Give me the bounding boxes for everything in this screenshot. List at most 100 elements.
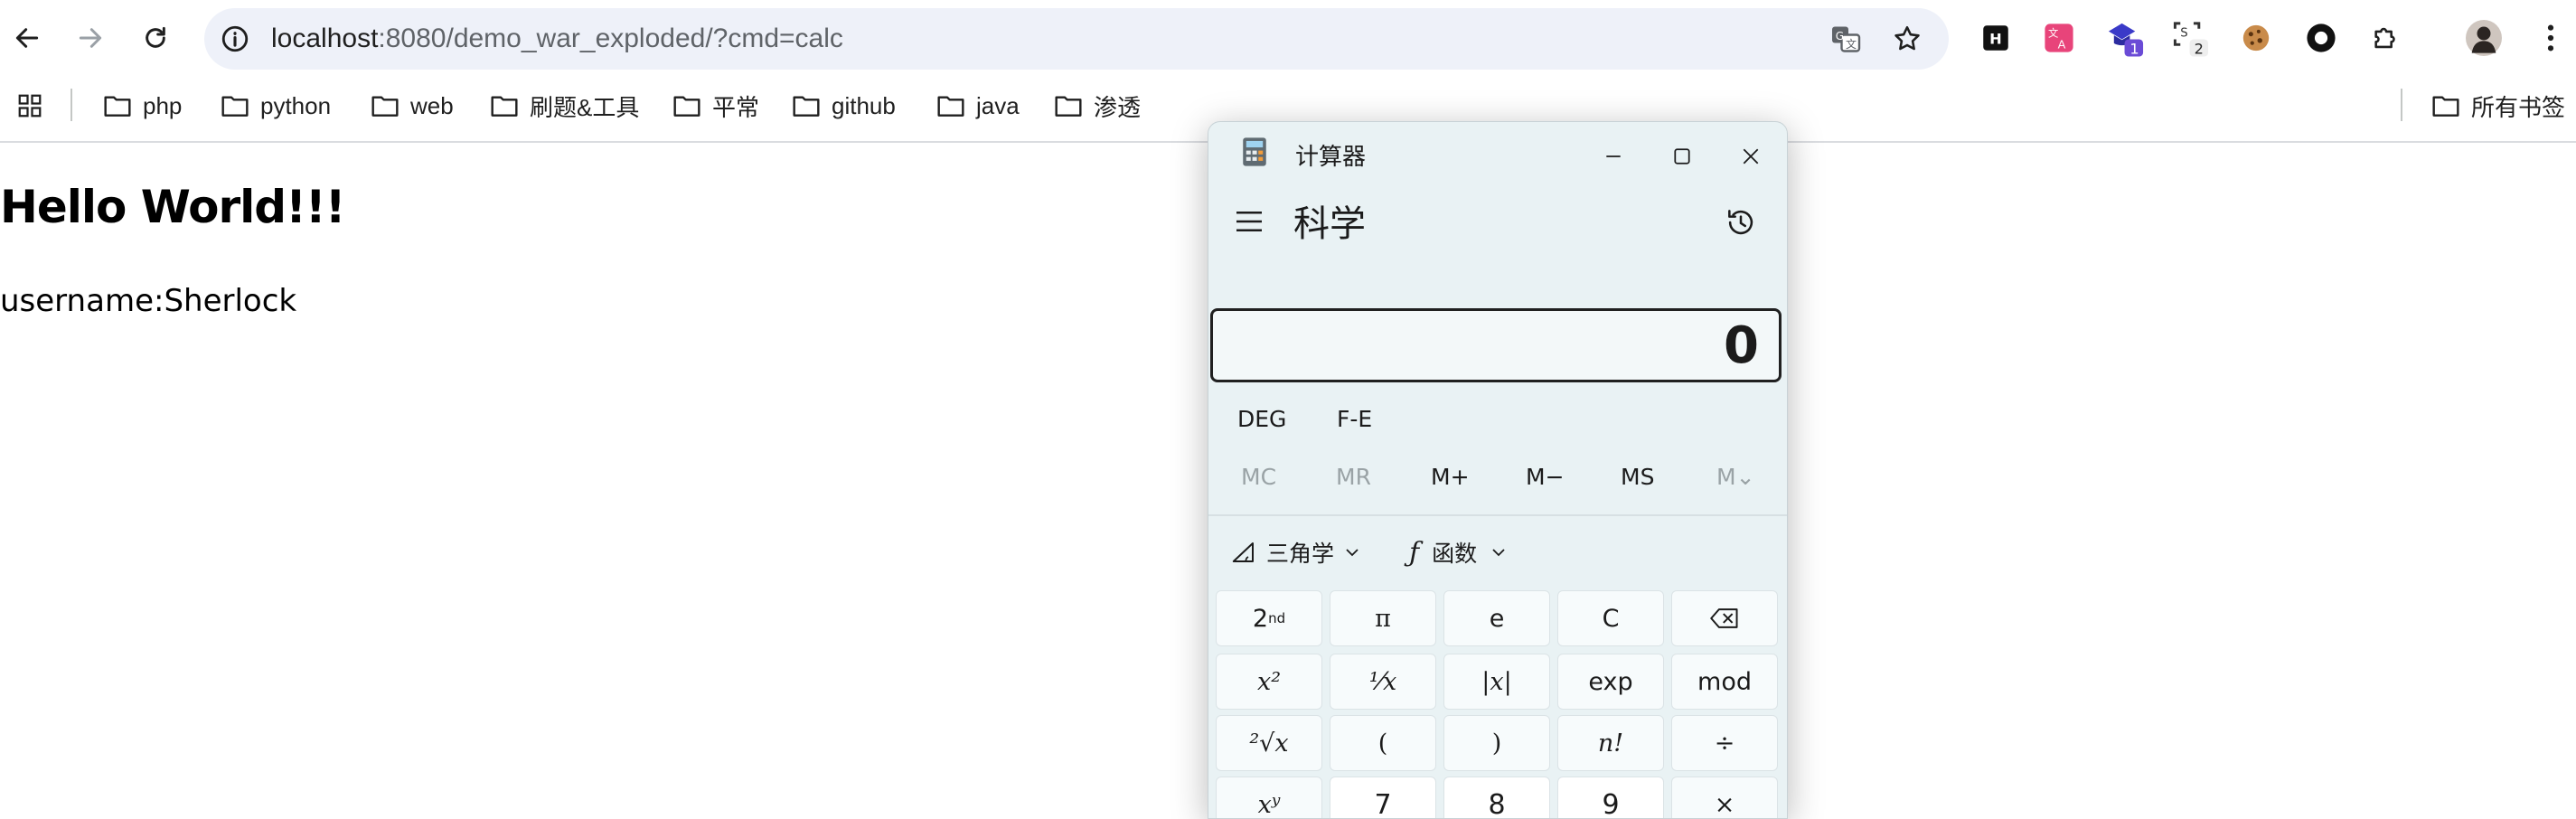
calculator-title: 计算器 (1295, 144, 1367, 171)
minimize-button[interactable] (1579, 129, 1648, 184)
bookmark-folder-tools[interactable]: 刷题&工具 (490, 83, 639, 128)
screenshot-extension-icon[interactable]: S2 (2171, 18, 2211, 58)
euler-key[interactable]: e (1443, 590, 1550, 646)
maximize-button[interactable] (1648, 129, 1716, 184)
folder-icon (1055, 96, 1082, 117)
bookmark-star-icon[interactable] (1889, 21, 1925, 57)
cookie-icon[interactable] (2236, 18, 2276, 58)
pi-key[interactable]: π (1330, 590, 1436, 646)
memory-add-button[interactable]: M+ (1431, 464, 1470, 490)
trig-label: 三角学 (1266, 541, 1335, 567)
bookmark-label: python (260, 91, 332, 119)
svg-text:文: 文 (1846, 37, 1857, 51)
browser-toolbar: localhost:8080/demo_war_exploded/?cmd=ca… (0, 0, 2576, 76)
square-root-key[interactable]: ²√x (1216, 715, 1322, 771)
multiply-key[interactable]: × (1671, 777, 1778, 818)
power-key[interactable]: xʸ (1216, 777, 1322, 818)
bookmark-label: web (410, 91, 454, 119)
backspace-icon (1710, 608, 1738, 628)
folder-icon (793, 96, 820, 117)
bookmark-folder-php[interactable]: php (103, 83, 182, 128)
digit-9-key[interactable]: 9 (1557, 777, 1664, 818)
trig-dropdown[interactable]: 三角学 (1230, 536, 1361, 569)
forward-button[interactable] (69, 16, 112, 60)
factorial-key[interactable]: n! (1557, 715, 1664, 771)
history-icon[interactable] (1724, 205, 1758, 244)
digit-7-key[interactable]: 7 (1330, 777, 1436, 818)
folder-icon (2432, 96, 2459, 117)
bookmark-folder-pentest[interactable]: 渗透 (1054, 83, 1141, 128)
bookmark-folder-java[interactable]: java (936, 83, 1020, 128)
all-bookmarks-label: 所有书签 (2471, 93, 2566, 121)
memory-list-button[interactable]: M⌄ (1716, 464, 1755, 490)
puzzle-icon[interactable] (2366, 18, 2406, 58)
site-info-icon[interactable] (217, 21, 253, 57)
function-label: 函数 (1432, 541, 1478, 567)
hackbar-icon[interactable]: H (1976, 18, 2016, 58)
maximize-icon (1674, 148, 1690, 165)
url-host: localhost (271, 24, 379, 53)
folder-icon (937, 96, 964, 117)
svg-text:S: S (2180, 27, 2187, 41)
fe-button[interactable]: F-E (1337, 406, 1372, 432)
memory-subtract-button[interactable]: M− (1526, 464, 1565, 490)
memory-clear-button[interactable]: MC (1241, 464, 1276, 490)
more-menu-icon[interactable] (2531, 18, 2571, 58)
function-f-icon: ƒ (1409, 536, 1420, 569)
bookmark-label: 刷题&工具 (530, 93, 640, 121)
function-dropdown[interactable]: ƒ 函数 (1409, 536, 1508, 569)
bookmark-label: 渗透 (1094, 93, 1142, 121)
bookmark-folder-daily[interactable]: 平常 (672, 83, 759, 128)
open-paren-key[interactable]: ( (1330, 715, 1436, 771)
close-button[interactable] (1716, 129, 1785, 184)
absolute-value-key[interactable]: |x| (1443, 654, 1550, 710)
close-paren-key[interactable]: ) (1443, 715, 1550, 771)
translate-icon[interactable]: G文 (1828, 21, 1864, 57)
apps-grid-icon[interactable] (16, 83, 43, 128)
extension-badge-count: 1 (2129, 41, 2139, 58)
calculator-mode-title: 科学 (1293, 203, 1366, 245)
folder-icon (104, 96, 131, 117)
svg-text:H: H (1989, 30, 2002, 47)
divide-key[interactable]: ÷ (1671, 715, 1778, 771)
all-bookmarks-button[interactable]: 所有书签 (2431, 83, 2565, 128)
calculator-app-icon (1241, 136, 1268, 172)
second-function-key[interactable]: 2nd (1216, 590, 1322, 646)
folder-icon (491, 96, 518, 117)
folder-icon (371, 96, 399, 117)
back-button[interactable] (5, 16, 49, 60)
result-display[interactable]: 0 (1210, 308, 1782, 382)
display-value: 0 (1724, 316, 1759, 375)
page-heading: Hello World!!! (0, 181, 346, 233)
hamburger-menu-icon[interactable] (1234, 209, 1264, 239)
folder-icon (673, 96, 700, 117)
clear-key[interactable]: C (1557, 590, 1664, 646)
square-key[interactable]: x² (1216, 654, 1322, 710)
bookmark-folder-python[interactable]: python (221, 83, 331, 128)
screenshot-badge-count: 2 (2195, 41, 2204, 58)
memory-recall-button[interactable]: MR (1336, 464, 1371, 490)
backspace-key[interactable] (1671, 590, 1778, 646)
translate-extension-icon[interactable]: 文A (2039, 18, 2079, 58)
extension-badge-icon[interactable]: 1 (2106, 18, 2146, 58)
forward-arrow-icon (79, 28, 102, 48)
section-divider (1208, 514, 1787, 516)
address-bar[interactable]: localhost:8080/demo_war_exploded/?cmd=ca… (204, 8, 1949, 70)
angle-unit-button[interactable]: DEG (1237, 406, 1286, 432)
memory-store-button[interactable]: MS (1621, 464, 1654, 490)
circle-extension-icon[interactable] (2301, 18, 2341, 58)
reciprocal-key[interactable]: ¹⁄x (1330, 654, 1436, 710)
svg-text:G: G (1836, 30, 1844, 42)
back-arrow-icon (15, 28, 39, 48)
url-text[interactable]: localhost:8080/demo_war_exploded/?cmd=ca… (271, 24, 843, 54)
calculator-window[interactable]: 计算器 科学 0 DEG F-E MC MR M+ M− MS M⌄ 三角学 ƒ… (1208, 121, 1788, 819)
chevron-down-icon (1492, 549, 1505, 557)
mod-key[interactable]: mod (1671, 654, 1778, 710)
close-icon (1743, 148, 1759, 165)
bookmark-folder-web[interactable]: web (371, 83, 454, 128)
exp-key[interactable]: exp (1557, 654, 1664, 710)
reload-button[interactable] (134, 16, 177, 60)
profile-avatar[interactable] (2464, 18, 2504, 58)
digit-8-key[interactable]: 8 (1443, 777, 1550, 818)
bookmark-folder-github[interactable]: github (792, 83, 896, 128)
